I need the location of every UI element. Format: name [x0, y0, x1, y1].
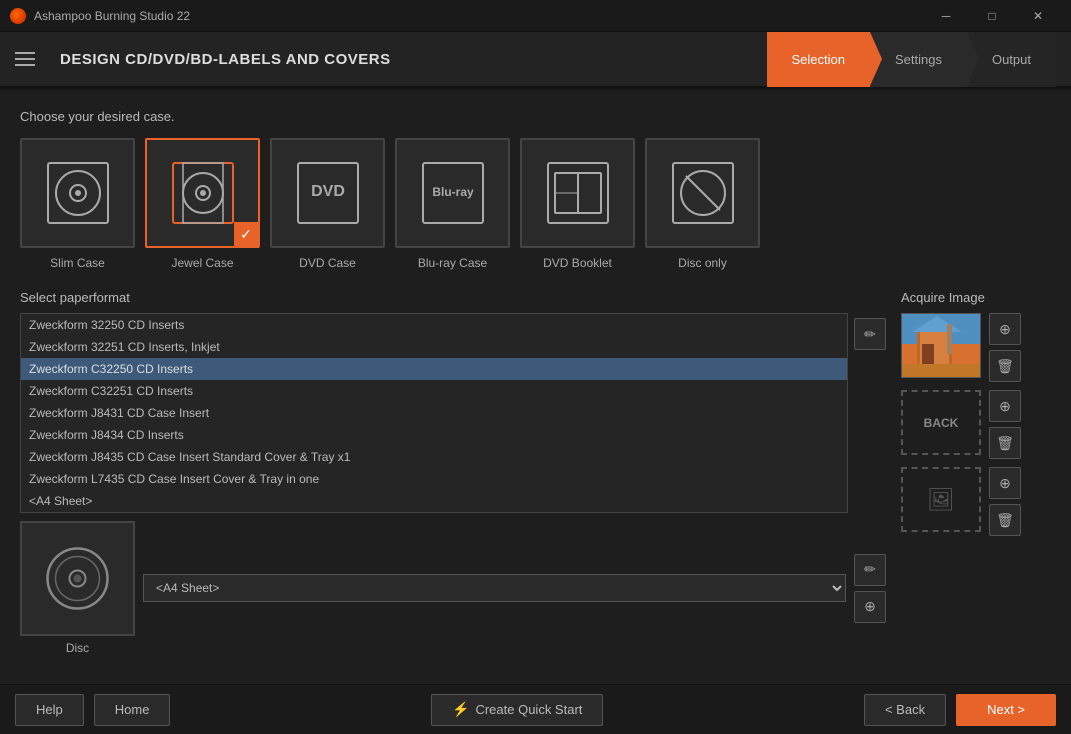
acquire-delete-button-3[interactable]: 🗑	[989, 504, 1021, 536]
nav-step-output[interactable]: Output	[967, 32, 1056, 87]
disc-label: Disc	[66, 641, 89, 655]
nav-step-selection[interactable]: Selection	[767, 32, 870, 87]
edit-btn-area: ✏	[854, 313, 886, 513]
acquire-add-button-2[interactable]: ⊕	[989, 390, 1021, 422]
acquire-btn-col-2: ⊕ 🗑	[989, 390, 1021, 459]
disc-preview-icon	[40, 541, 115, 616]
bluray-case-icon: Blu-ray	[418, 158, 488, 228]
svg-text:DVD: DVD	[311, 183, 345, 200]
case-item-bluray[interactable]: Blu-ray Blu-ray Case	[395, 138, 510, 270]
right-column: Acquire Image ⊕	[901, 290, 1051, 655]
paper-list-item[interactable]: Zweckform 32250 CD Inserts	[21, 314, 847, 336]
minimize-button[interactable]: ─	[923, 0, 969, 32]
two-col-layout: Select paperformat Zweckform 32250 CD In…	[20, 290, 1051, 655]
paper-list-item[interactable]: <A4 Sheet>	[21, 490, 847, 512]
paper-format-row: Zweckform 32250 CD Inserts Zweckform 322…	[20, 313, 886, 513]
case-label-jewel: Jewel Case	[171, 256, 233, 270]
window-controls: ─ □ ✕	[923, 0, 1061, 32]
close-button[interactable]: ✕	[1015, 0, 1061, 32]
header-title: DESIGN CD/DVD/BD-LABELS AND COVERS	[60, 51, 767, 68]
format-row: Disc <A4 Sheet> <A4 Sheet,Folded> <Lette…	[20, 521, 886, 655]
left-column: Select paperformat Zweckform 32250 CD In…	[20, 290, 886, 655]
paper-format-list[interactable]: Zweckform 32250 CD Inserts Zweckform 322…	[20, 313, 848, 513]
slim-case-icon	[43, 158, 113, 228]
disc-only-icon	[668, 158, 738, 228]
paper-list-item[interactable]: Zweckform L7435 CD Case Insert Cover & T…	[21, 468, 847, 490]
paper-list-item[interactable]: Zweckform 32251 CD Inserts, Inkjet	[21, 336, 847, 358]
case-label-slim: Slim Case	[50, 256, 105, 270]
case-selector: Slim Case ✓ Jewel Case DVD	[20, 138, 1051, 270]
acquire-btn-col-3: ⊕ 🗑	[989, 467, 1021, 536]
acquire-delete-button-2[interactable]: 🗑	[989, 427, 1021, 459]
case-item-slim[interactable]: Slim Case	[20, 138, 135, 270]
back-button[interactable]: < Back	[864, 694, 946, 726]
format-select-col: <A4 Sheet> <A4 Sheet,Folded> <Letter She…	[143, 574, 846, 602]
paper-list-item[interactable]: Zweckform C32251 CD Inserts	[21, 380, 847, 402]
choose-case-label: Choose your desired case.	[20, 109, 1051, 124]
case-item-jewel[interactable]: ✓ Jewel Case	[145, 138, 260, 270]
image-slot-back: BACK	[901, 390, 981, 455]
quick-start-icon: ⚡	[452, 701, 469, 718]
footer: Help Home ⚡ Create Quick Start < Back Ne…	[0, 684, 1071, 734]
format-zoom-button[interactable]: ⊕	[854, 591, 886, 623]
acquire-delete-button-1[interactable]: 🗑	[989, 350, 1021, 382]
nav-steps: Selection Settings Output	[767, 32, 1057, 87]
acquire-btn-col-1: ⊕ 🗑	[989, 313, 1021, 382]
disc-preview-col: Disc	[20, 521, 135, 655]
image-thumbnail-1	[901, 313, 981, 378]
disc-preview	[20, 521, 135, 636]
image-row-1: ⊕ 🗑	[901, 313, 1051, 382]
back-label: BACK	[924, 416, 959, 430]
case-label-dvd: DVD Case	[299, 256, 356, 270]
acquire-add-button-1[interactable]: ⊕	[989, 313, 1021, 345]
case-label-booklet: DVD Booklet	[543, 256, 612, 270]
dvd-case-icon: DVD	[293, 158, 363, 228]
maximize-button[interactable]: □	[969, 0, 1015, 32]
create-quick-start-button[interactable]: ⚡ Create Quick Start	[431, 694, 603, 726]
paper-list-item[interactable]: Zweckform J8431 CD Case Insert	[21, 402, 847, 424]
case-box-booklet[interactable]	[520, 138, 635, 248]
case-label-bluray: Blu-ray Case	[418, 256, 487, 270]
home-button[interactable]: Home	[94, 694, 171, 726]
nav-step-settings[interactable]: Settings	[870, 32, 967, 87]
acquire-image-label: Acquire Image	[901, 290, 1051, 305]
case-label-disconly: Disc only	[678, 256, 727, 270]
help-button[interactable]: Help	[15, 694, 84, 726]
paper-list-item-selected[interactable]: Zweckform C32250 CD Inserts	[21, 358, 847, 380]
acquire-add-button-3[interactable]: ⊕	[989, 467, 1021, 499]
main-content: Choose your desired case. Slim Case	[0, 91, 1071, 684]
paper-list-item[interactable]: <A4 Sheet,Folded>	[21, 512, 847, 513]
format-edit-btn-area: ✏ ⊕	[854, 549, 886, 628]
case-item-disconly[interactable]: Disc only	[645, 138, 760, 270]
case-box-dvd[interactable]: DVD	[270, 138, 385, 248]
image-row-3: 🖼 ⊕ 🗑	[901, 467, 1051, 536]
select-paperformat-label: Select paperformat	[20, 290, 886, 305]
selected-checkmark: ✓	[234, 222, 258, 246]
image-slot-3: 🖼	[901, 467, 981, 532]
jewel-case-icon	[168, 158, 238, 228]
case-item-booklet[interactable]: DVD Booklet	[520, 138, 635, 270]
menu-button[interactable]	[15, 44, 45, 74]
paper-list-item[interactable]: Zweckform J8434 CD Inserts	[21, 424, 847, 446]
svg-text:Blu-ray: Blu-ray	[432, 185, 474, 199]
beach-hut-image	[902, 314, 981, 378]
format-select[interactable]: <A4 Sheet> <A4 Sheet,Folded> <Letter She…	[143, 574, 846, 602]
case-box-bluray[interactable]: Blu-ray	[395, 138, 510, 248]
case-box-jewel[interactable]: ✓	[145, 138, 260, 248]
dvd-booklet-icon	[543, 158, 613, 228]
case-item-dvd[interactable]: DVD DVD Case	[270, 138, 385, 270]
edit-format-button[interactable]: ✏	[854, 318, 886, 350]
case-box-slim[interactable]	[20, 138, 135, 248]
titlebar: Ashampoo Burning Studio 22 ─ □ ✕	[0, 0, 1071, 32]
app-title: Ashampoo Burning Studio 22	[34, 9, 915, 23]
image-placeholder-icon: 🖼	[927, 487, 955, 513]
app-icon	[10, 8, 26, 24]
case-box-disconly[interactable]	[645, 138, 760, 248]
format-edit-button[interactable]: ✏	[854, 554, 886, 586]
app-header: DESIGN CD/DVD/BD-LABELS AND COVERS Selec…	[0, 32, 1071, 87]
image-row-2: BACK ⊕ 🗑	[901, 390, 1051, 459]
paper-list-item[interactable]: Zweckform J8435 CD Case Insert Standard …	[21, 446, 847, 468]
next-button[interactable]: Next >	[956, 694, 1056, 726]
